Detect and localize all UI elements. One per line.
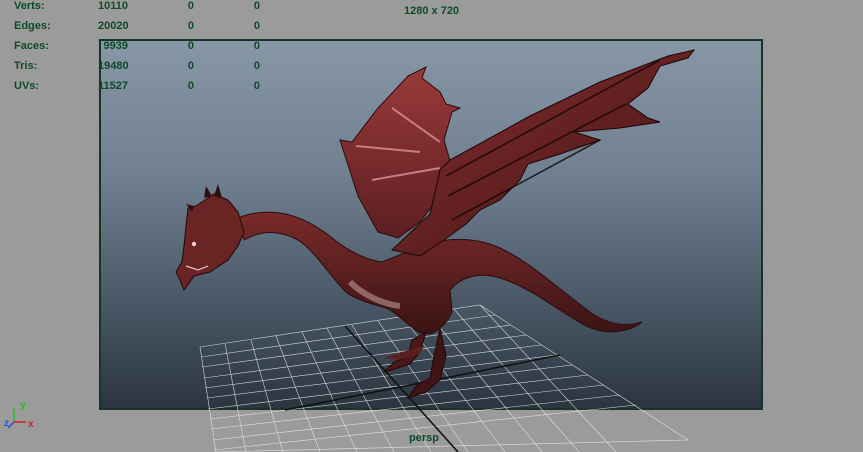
camera-name-label: persp: [409, 432, 439, 444]
hud-faces-total: 9939: [103, 40, 128, 52]
hud-uvs-components: 0: [253, 80, 260, 92]
hud-faces-selected: 0: [187, 40, 194, 52]
axis-z-label: z: [4, 418, 9, 429]
hud-faces-label: Faces:: [14, 40, 49, 52]
hud-tris-label: Tris:: [14, 60, 38, 72]
hud-uvs-label: UVs:: [14, 80, 40, 92]
resolution-gate-label: 1280 x 720: [404, 5, 460, 17]
hud-verts-total: 10110: [98, 0, 128, 12]
hud-tris-selected: 0: [187, 60, 194, 72]
hud-verts-label: Verts:: [14, 0, 45, 12]
maya-viewport[interactable]: y x z Verts: 10110 0 0 Edges: 20020 0 0 …: [0, 0, 863, 452]
hud-tris-total: 19480: [98, 60, 129, 72]
hud-verts-selected: 0: [187, 0, 194, 12]
hud-tris-components: 0: [253, 60, 260, 72]
hud-verts-components: 0: [253, 0, 260, 12]
axis-y-label: y: [20, 400, 26, 411]
hud-edges-total: 20020: [98, 20, 129, 32]
axis-x-label: x: [28, 419, 34, 430]
hud-uvs-total: 11527: [98, 80, 128, 92]
hud-uvs-selected: 0: [187, 80, 194, 92]
hud-edges-label: Edges:: [14, 20, 51, 32]
hud-edges-selected: 0: [187, 20, 194, 32]
hud-edges-components: 0: [253, 20, 260, 32]
hud-faces-components: 0: [253, 40, 260, 52]
scene-view[interactable]: [0, 0, 863, 452]
dragon-head: [175, 184, 245, 292]
